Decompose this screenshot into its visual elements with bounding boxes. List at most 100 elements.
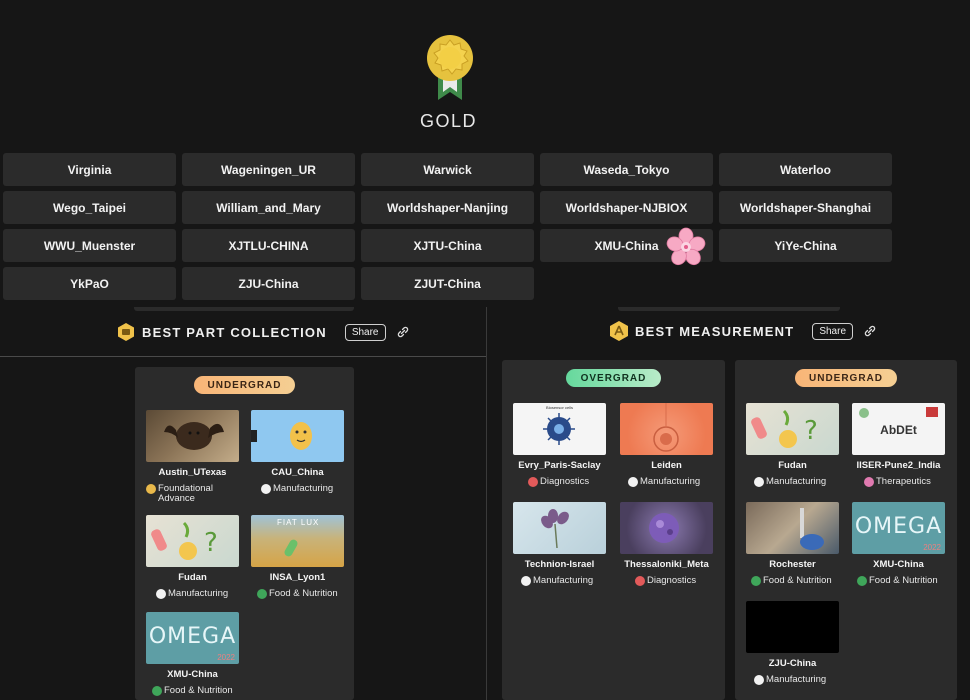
svg-text:?: ? [804,416,818,446]
team-thumbnail [620,403,713,455]
link-icon[interactable] [863,324,877,338]
track-label: Manufacturing [533,575,594,586]
team-thumbnail: OMEGA 2022 [146,612,239,664]
track-icon [257,589,267,599]
measurement-overgrad-panel: OVERGRAD Biosensor cells Evry_Paris-Sacl… [502,360,725,700]
track-label: Food & Nutrition [869,575,938,586]
track-icon [754,477,764,487]
track-icon [628,477,638,487]
track-icon [528,477,538,487]
cherry-blossom-icon [666,227,706,266]
team-cell[interactable]: ZJUT-China [361,267,534,300]
panel-stub [618,307,840,311]
team-cell[interactable]: Wageningen_UR [182,153,355,186]
undergrad-badge: UNDERGRAD [194,376,295,394]
section-divider [486,307,487,700]
track-icon [261,484,271,494]
team-cell[interactable]: Virginia [3,153,176,186]
team-cell[interactable]: Worldshaper-NJBIOX [540,191,713,224]
share-button[interactable]: Share [344,323,386,341]
team-thumbnail [146,410,239,462]
team-cell[interactable]: YiYe-China [719,229,892,262]
track-tag: Manufacturing [146,589,239,599]
team-card[interactable]: Austin_UTexas Foundational Advance [146,410,239,504]
thumbnail-caption: OMEGA [148,624,237,649]
team-cell[interactable]: Waseda_Tokyo [540,153,713,186]
undergrad-badge: UNDERGRAD [795,369,897,387]
track-tag: Manufacturing [513,576,606,586]
share-button[interactable]: Share [812,322,854,340]
track-tag: Food & Nutrition [251,589,344,599]
team-card[interactable]: AbDEt IISER-Pune2_India Therapeutics [852,403,945,487]
measurement-header: BEST MEASUREMENT Share [609,320,877,342]
panel-stub [134,307,354,311]
team-name: Fudan [178,572,207,583]
team-cell[interactable]: XJTLU-CHINA [182,229,355,262]
team-card[interactable]: CAU_China Manufacturing [251,410,344,494]
thumbnail-caption: OMEGA [854,514,943,539]
team-thumbnail: ? [146,515,239,567]
team-thumbnail [746,601,839,653]
team-name: ZJU-China [768,658,817,669]
team-card[interactable]: Rochester Food & Nutrition [746,502,839,586]
team-name: Leiden [651,460,682,471]
team-thumbnail [746,502,839,554]
team-cell[interactable]: ZJU-China [182,267,355,300]
team-cell[interactable]: XJTU-China [361,229,534,262]
track-tag: Manufacturing [746,477,839,487]
section-title: BEST PART COLLECTION [142,324,327,340]
section-divider [0,356,486,357]
measurement-icon [610,321,628,341]
track-label: Food & Nutrition [269,588,338,599]
track-tag: Diagnostics [513,477,606,487]
part-collection-icon [118,323,134,341]
track-icon [751,576,761,586]
part-collection-header: BEST PART COLLECTION Share [116,322,410,342]
team-name: Technion-Israel [524,559,595,570]
team-card[interactable]: ZJU-China Manufacturing [746,601,839,685]
track-label: Food & Nutrition [164,685,233,696]
track-icon [156,589,166,599]
team-thumbnail [513,502,606,554]
team-card[interactable]: Leiden Manufacturing [620,403,713,487]
team-name: Rochester [769,559,816,570]
team-cell[interactable]: Waterloo [719,153,892,186]
track-label: Foundational Advance [158,483,213,504]
team-name: CAU_China [271,467,324,478]
track-label: Food & Nutrition [763,575,832,586]
track-tag: Food & Nutrition [746,576,839,586]
measurement-undergrad-panel: UNDERGRAD ? Fudan Manufacturing AbDEt II… [735,360,957,700]
track-tag: Food & Nutrition [146,686,239,696]
team-cell[interactable]: Wego_Taipei [3,191,176,224]
track-tag: Food & Nutrition [852,576,945,586]
gold-medal-icon [427,35,473,100]
team-card[interactable]: OMEGA 2022 XMU-China Food & Nutrition [146,612,239,696]
track-icon [754,675,764,685]
track-label: Manufacturing [273,483,334,494]
team-cell[interactable]: Worldshaper-Nanjing [361,191,534,224]
team-cell[interactable]: YkPaO [3,267,176,300]
team-card[interactable]: ? Fudan Manufacturing [146,515,239,599]
part-collection-undergrad-panel: UNDERGRAD Austin_UTexas Foundational Adv… [135,367,354,700]
team-name: XMU-China [167,669,218,680]
team-card[interactable]: OMEGA 2022 XMU-China Food & Nutrition [852,502,945,586]
link-icon[interactable] [396,325,410,339]
track-tag: Manufacturing [746,675,839,685]
track-icon [635,576,645,586]
team-card[interactable]: ? Fudan Manufacturing [746,403,839,487]
team-card[interactable]: Biosensor cells Evry_Paris-Saclay Diagno… [513,403,606,487]
thumbnail-year: 2022 [923,543,941,552]
track-label: Diagnostics [647,575,697,586]
team-card[interactable]: Technion-Israel Manufacturing [513,502,606,586]
track-label: Manufacturing [640,476,701,487]
team-thumbnail: AbDEt [852,403,945,455]
team-cell[interactable]: William_and_Mary [182,191,355,224]
team-card[interactable]: FIAT LUX INSA_Lyon1 Food & Nutrition [251,515,344,599]
team-card[interactable]: Thessaloniki_Meta Diagnostics [620,502,713,586]
team-name: Evry_Paris-Saclay [518,460,601,471]
track-icon [864,477,874,487]
team-cell[interactable]: Worldshaper-Shanghai [719,191,892,224]
track-tag: Foundational Advance [146,484,239,504]
team-cell[interactable]: Warwick [361,153,534,186]
team-cell[interactable]: WWU_Muenster [3,229,176,262]
